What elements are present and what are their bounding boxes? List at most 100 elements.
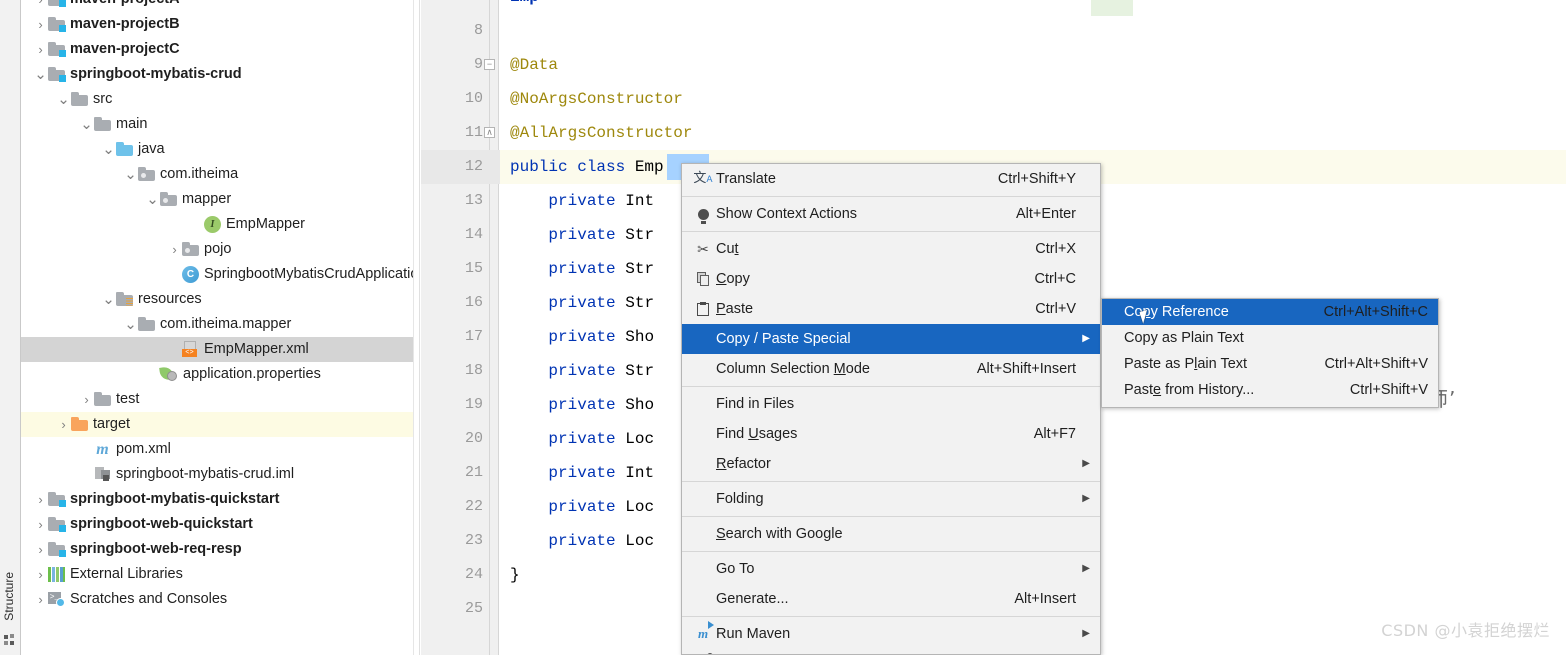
tree-item-mapper[interactable]: ⌄ mapper: [21, 187, 413, 212]
menu-item-label: Copy Reference: [1124, 304, 1229, 320]
tree-item-label: maven-projectC: [70, 41, 180, 57]
chevron-down-icon[interactable]: ⌄: [33, 67, 48, 82]
chevron-right-icon[interactable]: ›: [33, 593, 48, 606]
tree-item-empmapper-xml[interactable]: <> EmpMapper.xml: [21, 337, 413, 362]
tree-item-maven-projectc[interactable]: › maven-projectC: [21, 37, 413, 62]
menu-item-refactor[interactable]: Refactor ▶: [682, 449, 1100, 479]
menu-item-label: Search with Google: [716, 526, 843, 542]
menu-item-find-in-files[interactable]: Find in Files: [682, 389, 1100, 419]
chevron-right-icon[interactable]: ›: [33, 0, 48, 6]
chevron-down-icon[interactable]: ⌄: [123, 167, 138, 182]
tree-item-springboot-mybatis-crud-iml[interactable]: springboot-mybatis-crud.iml: [21, 462, 413, 487]
code-fold-toggle-icon[interactable]: ∧: [484, 127, 495, 138]
chevron-down-icon[interactable]: ⌄: [79, 117, 94, 132]
tree-item-java[interactable]: ⌄ java: [21, 137, 413, 162]
menu-item-find-usages[interactable]: Find Usages Alt+F7: [682, 419, 1100, 449]
tree-item-label: springboot-web-req-resp: [70, 541, 242, 557]
submenu-item-copy-as-plain-text[interactable]: Copy as Plain Text: [1102, 325, 1438, 351]
tree-item-maven-projecta[interactable]: › maven-projectA: [21, 0, 413, 12]
search-match-highlight: [1091, 0, 1133, 16]
menu-item-debug-maven[interactable]: mDebug Maven▶: [682, 649, 1100, 654]
spring-properties-icon: [159, 362, 178, 387]
menu-item-label: Copy: [716, 271, 750, 287]
debug-maven-icon: m: [690, 649, 716, 654]
chevron-right-icon[interactable]: ›: [33, 493, 48, 506]
chevron-down-icon[interactable]: ⌄: [101, 142, 116, 157]
tree-item-maven-projectb[interactable]: › maven-projectB: [21, 12, 413, 37]
menu-item-shortcut: Ctrl+Shift+Y: [997, 171, 1076, 187]
menu-item-copy[interactable]: Copy Ctrl+C: [682, 264, 1100, 294]
chevron-down-icon[interactable]: ⌄: [101, 292, 116, 307]
line-number: 14: [464, 226, 483, 243]
iml-file-icon: [94, 462, 111, 487]
chevron-down-icon[interactable]: ⌄: [145, 192, 160, 207]
menu-item-go-to[interactable]: Go To ▶: [682, 554, 1100, 584]
tree-item-springboot-mybatis-crud[interactable]: ⌄ springboot-mybatis-crud: [21, 62, 413, 87]
context-menu-list[interactable]: 文A Translate Ctrl+Shift+Y Show Context Acti…: [682, 164, 1100, 654]
tree-item-pom-xml[interactable]: m pom.xml: [21, 437, 413, 462]
menu-item-column-selection-mode[interactable]: Column Selection Mode Alt+Shift+Insert: [682, 354, 1100, 384]
xml-file-icon: <>: [182, 337, 199, 362]
chevron-down-icon[interactable]: ⌄: [56, 92, 71, 107]
tree-item-test[interactable]: › test: [21, 387, 413, 412]
structure-tool-button[interactable]: Structure: [2, 572, 16, 621]
tree-item-springboot-web-req-resp[interactable]: › springboot-web-req-resp: [21, 537, 413, 562]
menu-item-folding[interactable]: Folding ▶: [682, 484, 1100, 514]
tree-item-target[interactable]: › target: [21, 412, 413, 437]
tree-item-label: mapper: [182, 191, 232, 207]
chevron-right-icon[interactable]: ›: [33, 543, 48, 556]
tree-item-external-libraries[interactable]: › External Libraries: [21, 562, 413, 587]
folder-gray-icon: [138, 312, 155, 337]
code-fold-toggle-icon[interactable]: −: [484, 59, 495, 70]
menu-item-shortcut: Ctrl+X: [1035, 241, 1076, 257]
project-tool-window[interactable]: › maven-projectA › maven-projectB › maven-pro…: [21, 0, 413, 655]
editor-context-menu[interactable]: 文A Translate Ctrl+Shift+Y Show Context Acti…: [681, 163, 1101, 655]
menu-item-search-with-google[interactable]: Search with Google: [682, 519, 1100, 549]
tree-item-springboot-mybatis-quickstart[interactable]: › springboot-mybatis-quickstart: [21, 487, 413, 512]
chevron-right-icon[interactable]: ›: [167, 243, 182, 256]
tree-item-application-properties[interactable]: application.properties: [21, 362, 413, 387]
menu-item-shortcut: Alt+Enter: [1015, 206, 1076, 222]
menu-item-generate[interactable]: Generate... Alt+Insert: [682, 584, 1100, 614]
tree-item-src[interactable]: ⌄ src: [21, 87, 413, 112]
menu-item-translate[interactable]: 文A Translate Ctrl+Shift+Y: [682, 164, 1100, 194]
left-tool-strip: Structure: [0, 0, 21, 655]
code-line: private Str: [548, 260, 655, 278]
package-icon: [182, 237, 199, 262]
chevron-right-icon[interactable]: ›: [33, 518, 48, 531]
tree-item-resources[interactable]: ⌄ resources: [21, 287, 413, 312]
menu-item-cut[interactable]: ✂ Cut Ctrl+X: [682, 234, 1100, 264]
menu-item-run-maven[interactable]: m Run Maven ▶: [682, 619, 1100, 649]
tree-item-empmapper[interactable]: I EmpMapper: [21, 212, 413, 237]
chevron-right-icon[interactable]: ›: [33, 568, 48, 581]
line-number: 15: [464, 260, 483, 277]
package-icon: [138, 162, 155, 187]
tree-item-com-itheima-mapper[interactable]: ⌄ com.itheima.mapper: [21, 312, 413, 337]
run-maven-icon: m: [690, 619, 716, 649]
chevron-right-icon[interactable]: ›: [33, 18, 48, 31]
tree-item-springboot-web-quickstart[interactable]: › springboot-web-quickstart: [21, 512, 413, 537]
tree-item-scratches-and-consoles[interactable]: › >_ Scratches and Consoles: [21, 587, 413, 612]
submenu-item-paste-as-plain-text[interactable]: Paste as Plain Text Ctrl+Alt+Shift+V: [1102, 351, 1438, 377]
chevron-right-icon[interactable]: ›: [56, 418, 71, 431]
tree-item-label: java: [138, 141, 165, 157]
submenu-item-paste-from-history[interactable]: Paste from History... Ctrl+Shift+V: [1102, 377, 1438, 403]
menu-item-show-context-actions[interactable]: Show Context Actions Alt+Enter: [682, 199, 1100, 229]
tree-item-com-itheima[interactable]: ⌄ com.itheima: [21, 162, 413, 187]
chevron-down-icon[interactable]: ⌄: [123, 317, 138, 332]
project-panel-scrollbar[interactable]: [413, 0, 420, 655]
menu-item-copy-paste-special[interactable]: Copy / Paste Special ▶: [682, 324, 1100, 354]
folder-gray-icon: [94, 387, 111, 412]
module-folder-icon: [48, 62, 66, 87]
line-number: 18: [464, 362, 483, 379]
tree-item-springbootmybatiscrudapplication[interactable]: C SpringbootMybatisCrudApplication: [21, 262, 413, 287]
chevron-right-icon[interactable]: ›: [79, 393, 94, 406]
menu-item-paste[interactable]: Paste Ctrl+V: [682, 294, 1100, 324]
project-tree[interactable]: › maven-projectA › maven-projectB › maven-pro…: [21, 0, 413, 612]
line-number: 19: [464, 396, 483, 413]
chevron-right-icon[interactable]: ›: [33, 43, 48, 56]
tree-item-main[interactable]: ⌄ main: [21, 112, 413, 137]
tree-item-pojo[interactable]: › pojo: [21, 237, 413, 262]
tree-item-label: application.properties: [183, 366, 321, 382]
tree-item-label: External Libraries: [70, 566, 183, 582]
